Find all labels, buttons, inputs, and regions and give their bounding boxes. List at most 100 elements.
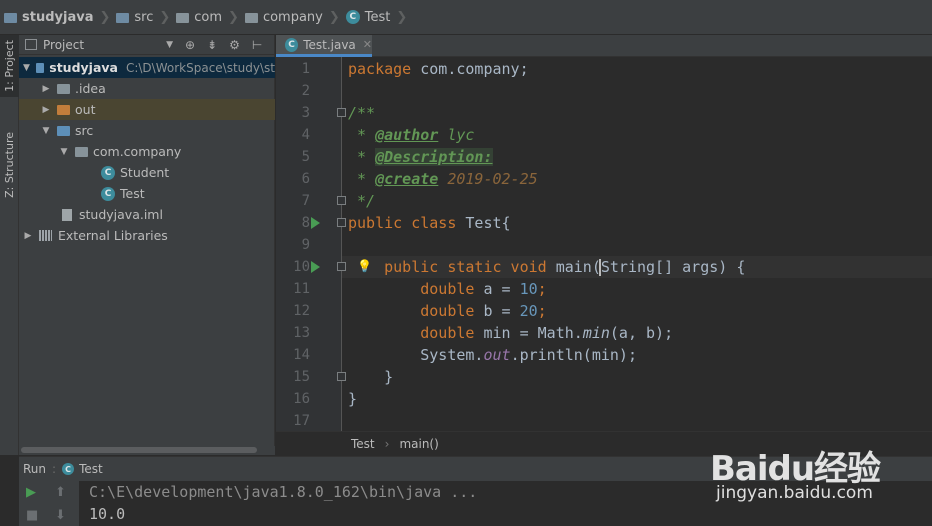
collapsed-arrow-icon[interactable]: ▶ [41, 84, 51, 94]
run-toolbar: ▶ ⬆ ■ ⬇ [19, 481, 79, 526]
keyword: public static void [384, 258, 547, 276]
nav-crumb-src[interactable]: src [116, 0, 153, 35]
run-config-tab[interactable]: Test [79, 462, 103, 476]
editor-tab-bar: C Test.java ✕ [276, 35, 932, 57]
folder-icon [116, 13, 130, 23]
libraries-icon [39, 230, 52, 241]
line-number: 14 [293, 347, 310, 363]
project-view-selector[interactable]: Project [43, 38, 84, 52]
tab-structure-tool[interactable]: Z: Structure [0, 125, 19, 205]
class-icon: C [101, 186, 115, 201]
nav-crumb-project[interactable]: studyjava [4, 0, 93, 35]
chevron-right-icon: ❯ [328, 9, 340, 25]
nav-crumb-test[interactable]: C Test [345, 0, 390, 35]
tree-item-com-company[interactable]: ▼ com.company [19, 141, 275, 162]
semicolon: ; [537, 302, 547, 320]
nav-crumb-company[interactable]: company [244, 0, 323, 35]
code-line: * @create 2019-02-25 [348, 168, 538, 190]
tree-item-label: Test [120, 186, 145, 201]
hide-panel-icon[interactable]: ⊢ [252, 38, 262, 52]
run-class-icon[interactable] [311, 217, 320, 229]
rerun-icon[interactable]: ▶ [26, 485, 36, 500]
tree-item-test[interactable]: C Test [19, 183, 275, 204]
nav-crumb-company-label: company [262, 9, 323, 25]
package-icon [244, 13, 258, 23]
console-output-line: 10.0 [89, 505, 126, 523]
code-text: main(String[] args) { [546, 258, 746, 276]
line-number: 4 [301, 127, 310, 143]
down-arrow-icon[interactable]: ⬇ [55, 508, 66, 523]
expand-arrow-icon[interactable]: ▼ [59, 147, 69, 157]
code-line: public class Test{ [348, 212, 511, 234]
static-method: min [582, 324, 610, 342]
close-icon[interactable]: ✕ [363, 38, 372, 51]
comment: */ [348, 192, 376, 210]
horizontal-scrollbar[interactable] [19, 446, 275, 455]
line-number: 7 [301, 193, 310, 209]
static-field: out [483, 346, 511, 364]
class-icon: C [285, 37, 299, 52]
tab-project-tool[interactable]: 1: Project [0, 35, 19, 97]
module-file-icon [62, 208, 72, 221]
tab-test-java[interactable]: C Test.java ✕ [276, 35, 372, 57]
expand-arrow-icon[interactable]: ▼ [41, 126, 51, 136]
run-method-icon[interactable] [311, 261, 320, 273]
up-arrow-icon[interactable]: ⬆ [55, 485, 66, 500]
code-line: double a = 10; [348, 278, 546, 300]
line-number: 2 [301, 83, 310, 99]
tree-item-student[interactable]: C Student [19, 162, 275, 183]
line-number: 1 [301, 61, 310, 77]
class-icon: C [345, 10, 360, 24]
line-number: 8 [301, 215, 310, 231]
tree-item-studyjava[interactable]: ▼ studyjava C:\D\WorkSpace\study\st [19, 57, 275, 78]
expand-arrow-icon[interactable]: ▼ [23, 63, 30, 73]
module-folder-icon [35, 62, 45, 73]
code-line: System.out.println(min); [348, 344, 637, 366]
code-text: com.company; [411, 60, 529, 78]
fold-marker-icon[interactable] [337, 196, 346, 205]
code-text: b = [474, 302, 520, 320]
source-folder-icon [57, 125, 70, 136]
tree-item-src[interactable]: ▼ src [19, 120, 275, 141]
tree-item-label: com.company [93, 144, 182, 159]
collapsed-arrow-icon[interactable]: ▶ [41, 105, 51, 115]
fold-marker-icon[interactable] [337, 372, 346, 381]
fold-marker-icon[interactable] [337, 108, 346, 117]
nav-crumb-com[interactable]: com [176, 0, 222, 35]
line-number: 11 [293, 281, 310, 297]
fold-marker-icon[interactable] [337, 262, 346, 271]
comment: * [348, 126, 376, 144]
tree-item-external-libraries[interactable]: ▶ External Libraries [19, 225, 275, 246]
collapse-all-icon[interactable]: ⇟ [207, 38, 217, 52]
chevron-right-icon: ❯ [228, 9, 239, 25]
javadoc-tag: @create [375, 170, 439, 188]
collapsed-arrow-icon[interactable]: ▶ [23, 231, 33, 241]
code-editor[interactable] [342, 57, 932, 431]
fold-marker-icon[interactable] [337, 218, 346, 227]
tree-item-idea[interactable]: ▶ .idea [19, 78, 275, 99]
tree-item-out[interactable]: ▶ out [19, 99, 275, 120]
code-line: package com.company; [348, 58, 529, 80]
watermark-url: jingyan.baidu.com [716, 483, 873, 503]
scrollbar-thumb[interactable] [21, 447, 257, 453]
chevron-right-icon: › [384, 436, 390, 451]
nav-crumb-project-label: studyjava [22, 9, 94, 25]
class-icon: C [62, 463, 75, 475]
dropdown-arrow-icon[interactable]: ▼ [166, 40, 173, 50]
line-number: 16 [293, 391, 310, 407]
breadcrumb-method[interactable]: main() [399, 437, 438, 451]
text-caret [599, 259, 601, 276]
tree-item-label: src [75, 123, 94, 138]
tree-item-label: .idea [75, 81, 106, 96]
locate-file-icon[interactable]: ⊕ [185, 38, 195, 52]
tree-item-iml[interactable]: studyjava.iml [19, 204, 275, 225]
module-folder-icon [4, 13, 17, 23]
settings-gear-icon[interactable]: ⚙ [229, 38, 240, 52]
code-line: */ [348, 190, 375, 212]
breadcrumb-class[interactable]: Test [351, 437, 375, 451]
stop-icon[interactable]: ■ [26, 508, 38, 523]
